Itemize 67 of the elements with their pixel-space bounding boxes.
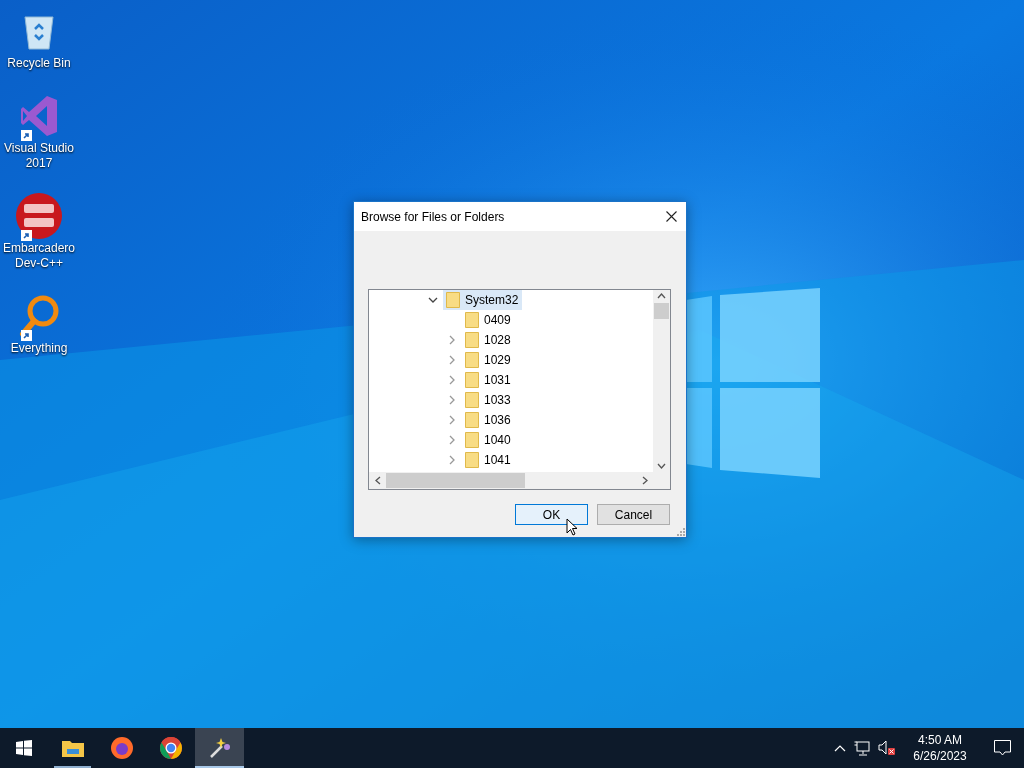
window-title: Browse for Files or Folders bbox=[361, 208, 505, 226]
close-icon bbox=[665, 211, 677, 222]
desktop-icon-label[interactable]: Everything bbox=[1, 341, 77, 356]
scroll-right-icon[interactable] bbox=[641, 476, 648, 485]
folder-icon bbox=[465, 352, 479, 368]
magnifier-icon bbox=[18, 294, 60, 338]
chrome-wheel-icon bbox=[158, 736, 183, 760]
folder-icon bbox=[446, 292, 460, 308]
fox-globe-icon bbox=[109, 736, 134, 760]
chevron-right-icon[interactable] bbox=[448, 355, 455, 365]
folder-name: 1033 bbox=[484, 392, 511, 409]
taskbar-app-button[interactable] bbox=[195, 728, 244, 768]
chevron-right-icon[interactable] bbox=[448, 395, 455, 405]
scrollbar-thumb[interactable] bbox=[386, 473, 525, 488]
chevron-down-icon[interactable] bbox=[427, 297, 438, 303]
scroll-up-icon[interactable] bbox=[657, 293, 666, 299]
folder-icon bbox=[465, 312, 479, 328]
folder-icon bbox=[61, 739, 84, 757]
chevron-right-icon[interactable] bbox=[448, 375, 455, 385]
folder-icon bbox=[465, 452, 479, 468]
tree-item[interactable]: 1041 bbox=[462, 450, 515, 470]
folder-name: System32 bbox=[465, 292, 519, 309]
folder-icon bbox=[465, 392, 479, 408]
tree-item[interactable]: 1040 bbox=[462, 430, 515, 450]
chevron-right-icon[interactable] bbox=[448, 415, 455, 425]
network-icon[interactable] bbox=[854, 740, 870, 756]
desktop-icon-label[interactable]: Embarcadero Dev-C++ bbox=[1, 241, 77, 271]
folder-name: 0409 bbox=[484, 312, 511, 329]
clock-time[interactable]: 4:50 AM bbox=[918, 732, 962, 748]
folder-name: 1028 bbox=[484, 332, 511, 349]
tree-item[interactable]: 1029 bbox=[462, 350, 515, 370]
chevron-up-icon[interactable] bbox=[834, 744, 846, 752]
folder-name: 1029 bbox=[484, 352, 511, 369]
dialog-button[interactable]: Cancel bbox=[597, 504, 670, 525]
horizontal-scrollbar[interactable] bbox=[369, 472, 670, 489]
chevron-right-icon[interactable] bbox=[448, 455, 455, 465]
chevron-right-icon[interactable] bbox=[448, 435, 455, 445]
speaker-muted-icon[interactable] bbox=[878, 740, 896, 756]
desktop-icon-label[interactable]: Visual Studio 2017 bbox=[1, 141, 77, 171]
tree-item[interactable]: 0409 bbox=[462, 310, 515, 330]
tree-item[interactable]: 1031 bbox=[462, 370, 515, 390]
tree-item[interactable]: 1036 bbox=[462, 410, 515, 430]
dev-badge-icon bbox=[15, 192, 63, 240]
dialog-button[interactable]: OK bbox=[515, 504, 588, 525]
clock-date[interactable]: 6/26/2023 bbox=[913, 748, 967, 764]
folder-icon bbox=[465, 432, 479, 448]
folder-icon bbox=[465, 372, 479, 388]
tree-item[interactable]: 1028 bbox=[462, 330, 515, 350]
chevron-right-icon[interactable] bbox=[448, 335, 455, 345]
scroll-left-icon[interactable] bbox=[374, 476, 381, 485]
folder-name: 1041 bbox=[484, 452, 511, 469]
folder-name: 1036 bbox=[484, 412, 511, 429]
cursor-icon bbox=[566, 518, 578, 536]
vertical-scrollbar[interactable] bbox=[653, 290, 670, 472]
folder-icon bbox=[465, 332, 479, 348]
tree-item[interactable]: System32 bbox=[443, 290, 523, 310]
resize-grip-icon[interactable] bbox=[677, 528, 685, 536]
folder-icon bbox=[465, 412, 479, 428]
scroll-down-icon[interactable] bbox=[657, 463, 666, 469]
scrollbar-thumb[interactable] bbox=[654, 303, 669, 319]
speech-bubble-icon bbox=[993, 740, 1011, 756]
tree-item[interactable]: 1033 bbox=[462, 390, 515, 410]
desktop-icon-label[interactable]: Recycle Bin bbox=[1, 56, 77, 71]
windows-logo-icon bbox=[16, 740, 32, 756]
infinity-ribbon-icon bbox=[19, 94, 59, 138]
folder-name: 1040 bbox=[484, 432, 511, 449]
folder-name: 1031 bbox=[484, 372, 511, 389]
